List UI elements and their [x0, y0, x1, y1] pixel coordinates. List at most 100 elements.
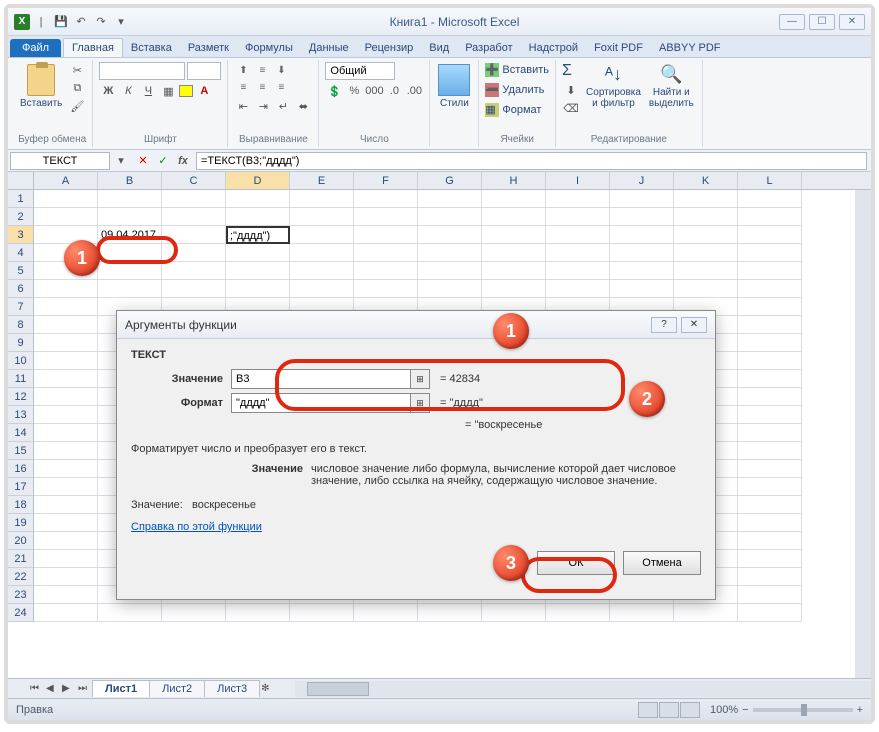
- redo-icon[interactable]: ↷: [92, 13, 110, 31]
- cell[interactable]: [34, 190, 98, 208]
- cell[interactable]: [34, 334, 98, 352]
- cell[interactable]: [738, 388, 802, 406]
- cell[interactable]: [546, 262, 610, 280]
- zoom-slider[interactable]: [753, 708, 853, 712]
- row-header[interactable]: 2: [8, 208, 33, 226]
- dialog-help-button[interactable]: ?: [651, 317, 677, 333]
- cell[interactable]: [34, 280, 98, 298]
- percent-icon[interactable]: %: [345, 83, 363, 99]
- cell[interactable]: [738, 532, 802, 550]
- cell[interactable]: [418, 208, 482, 226]
- file-tab[interactable]: Файл: [10, 39, 61, 57]
- cell[interactable]: [738, 334, 802, 352]
- cell[interactable]: [738, 568, 802, 586]
- cell[interactable]: [738, 208, 802, 226]
- cell[interactable]: 09.04.2017: [98, 226, 162, 244]
- styles-button[interactable]: Стили: [436, 62, 472, 111]
- dialog-ok-button[interactable]: ОК: [537, 551, 615, 575]
- sheet-nav-first-icon[interactable]: ⏮: [28, 683, 44, 694]
- cell[interactable]: [546, 280, 610, 298]
- cut-icon[interactable]: ✂: [68, 62, 86, 78]
- cell[interactable]: [674, 280, 738, 298]
- cell[interactable]: [34, 298, 98, 316]
- new-sheet-icon[interactable]: ✻: [259, 683, 275, 694]
- cell[interactable]: [674, 262, 738, 280]
- row-header[interactable]: 15: [8, 442, 33, 460]
- font-color-icon[interactable]: A: [195, 83, 213, 99]
- italic-icon[interactable]: К: [119, 83, 137, 99]
- tab-foxit[interactable]: Foxit PDF: [586, 39, 651, 57]
- cell[interactable]: [674, 226, 738, 244]
- cell[interactable]: [418, 604, 482, 622]
- cell[interactable]: [674, 190, 738, 208]
- row-header[interactable]: 21: [8, 550, 33, 568]
- align-mid-icon[interactable]: ≡: [253, 62, 271, 78]
- font-size-select[interactable]: [187, 62, 221, 80]
- cell[interactable]: [482, 190, 546, 208]
- cell[interactable]: [418, 226, 482, 244]
- col-header[interactable]: A: [34, 172, 98, 189]
- cell[interactable]: [34, 316, 98, 334]
- cancel-edit-icon[interactable]: ✕: [134, 152, 152, 170]
- cell[interactable]: [34, 586, 98, 604]
- cell[interactable]: [162, 604, 226, 622]
- vertical-scrollbar[interactable]: [855, 190, 871, 692]
- arg2-range-button[interactable]: ⊞: [410, 393, 430, 413]
- row-header[interactable]: 6: [8, 280, 33, 298]
- cell[interactable]: [482, 244, 546, 262]
- cell[interactable]: [354, 208, 418, 226]
- tab-formulas[interactable]: Формулы: [237, 39, 301, 57]
- row-header[interactable]: 11: [8, 370, 33, 388]
- cell[interactable]: [34, 550, 98, 568]
- view-pagebreak-icon[interactable]: [680, 702, 700, 718]
- cell[interactable]: [546, 244, 610, 262]
- undo-icon[interactable]: ↶: [72, 13, 90, 31]
- cell[interactable]: [98, 280, 162, 298]
- row-header[interactable]: 20: [8, 532, 33, 550]
- cell[interactable]: ;"дддд"): [226, 226, 290, 244]
- cell[interactable]: [418, 280, 482, 298]
- cell[interactable]: [226, 262, 290, 280]
- underline-icon[interactable]: Ч: [139, 83, 157, 99]
- cell[interactable]: [354, 604, 418, 622]
- col-header[interactable]: L: [738, 172, 802, 189]
- cell[interactable]: [482, 604, 546, 622]
- cell[interactable]: [34, 568, 98, 586]
- indent-dec-icon[interactable]: ⇤: [234, 98, 252, 114]
- qat-more-icon[interactable]: ▾: [112, 13, 130, 31]
- minimize-button[interactable]: —: [779, 14, 805, 30]
- cell[interactable]: [162, 208, 226, 226]
- col-header[interactable]: E: [290, 172, 354, 189]
- cell[interactable]: [738, 262, 802, 280]
- cell[interactable]: [354, 280, 418, 298]
- maximize-button[interactable]: ☐: [809, 14, 835, 30]
- cell[interactable]: [354, 226, 418, 244]
- cell[interactable]: [162, 244, 226, 262]
- col-header[interactable]: H: [482, 172, 546, 189]
- row-header[interactable]: 13: [8, 406, 33, 424]
- cell[interactable]: [418, 190, 482, 208]
- col-header[interactable]: J: [610, 172, 674, 189]
- cell[interactable]: [610, 208, 674, 226]
- tab-home[interactable]: Главная: [63, 38, 123, 57]
- col-header[interactable]: F: [354, 172, 418, 189]
- tab-dev[interactable]: Разработ: [457, 39, 520, 57]
- align-right-icon[interactable]: ≡: [272, 79, 290, 95]
- cell[interactable]: [290, 190, 354, 208]
- cell[interactable]: [34, 208, 98, 226]
- wrap-icon[interactable]: ↵: [274, 98, 292, 114]
- cell[interactable]: [482, 262, 546, 280]
- cell[interactable]: [738, 406, 802, 424]
- cell[interactable]: [290, 226, 354, 244]
- insert-function-icon[interactable]: fx: [174, 152, 192, 170]
- dialog-cancel-button[interactable]: Отмена: [623, 551, 701, 575]
- cell[interactable]: [738, 244, 802, 262]
- cell[interactable]: [610, 226, 674, 244]
- row-header[interactable]: 24: [8, 604, 33, 622]
- cell[interactable]: [34, 388, 98, 406]
- col-header[interactable]: I: [546, 172, 610, 189]
- cell[interactable]: [98, 208, 162, 226]
- fill-color-icon[interactable]: [179, 85, 193, 97]
- align-center-icon[interactable]: ≡: [253, 79, 271, 95]
- view-normal-icon[interactable]: [638, 702, 658, 718]
